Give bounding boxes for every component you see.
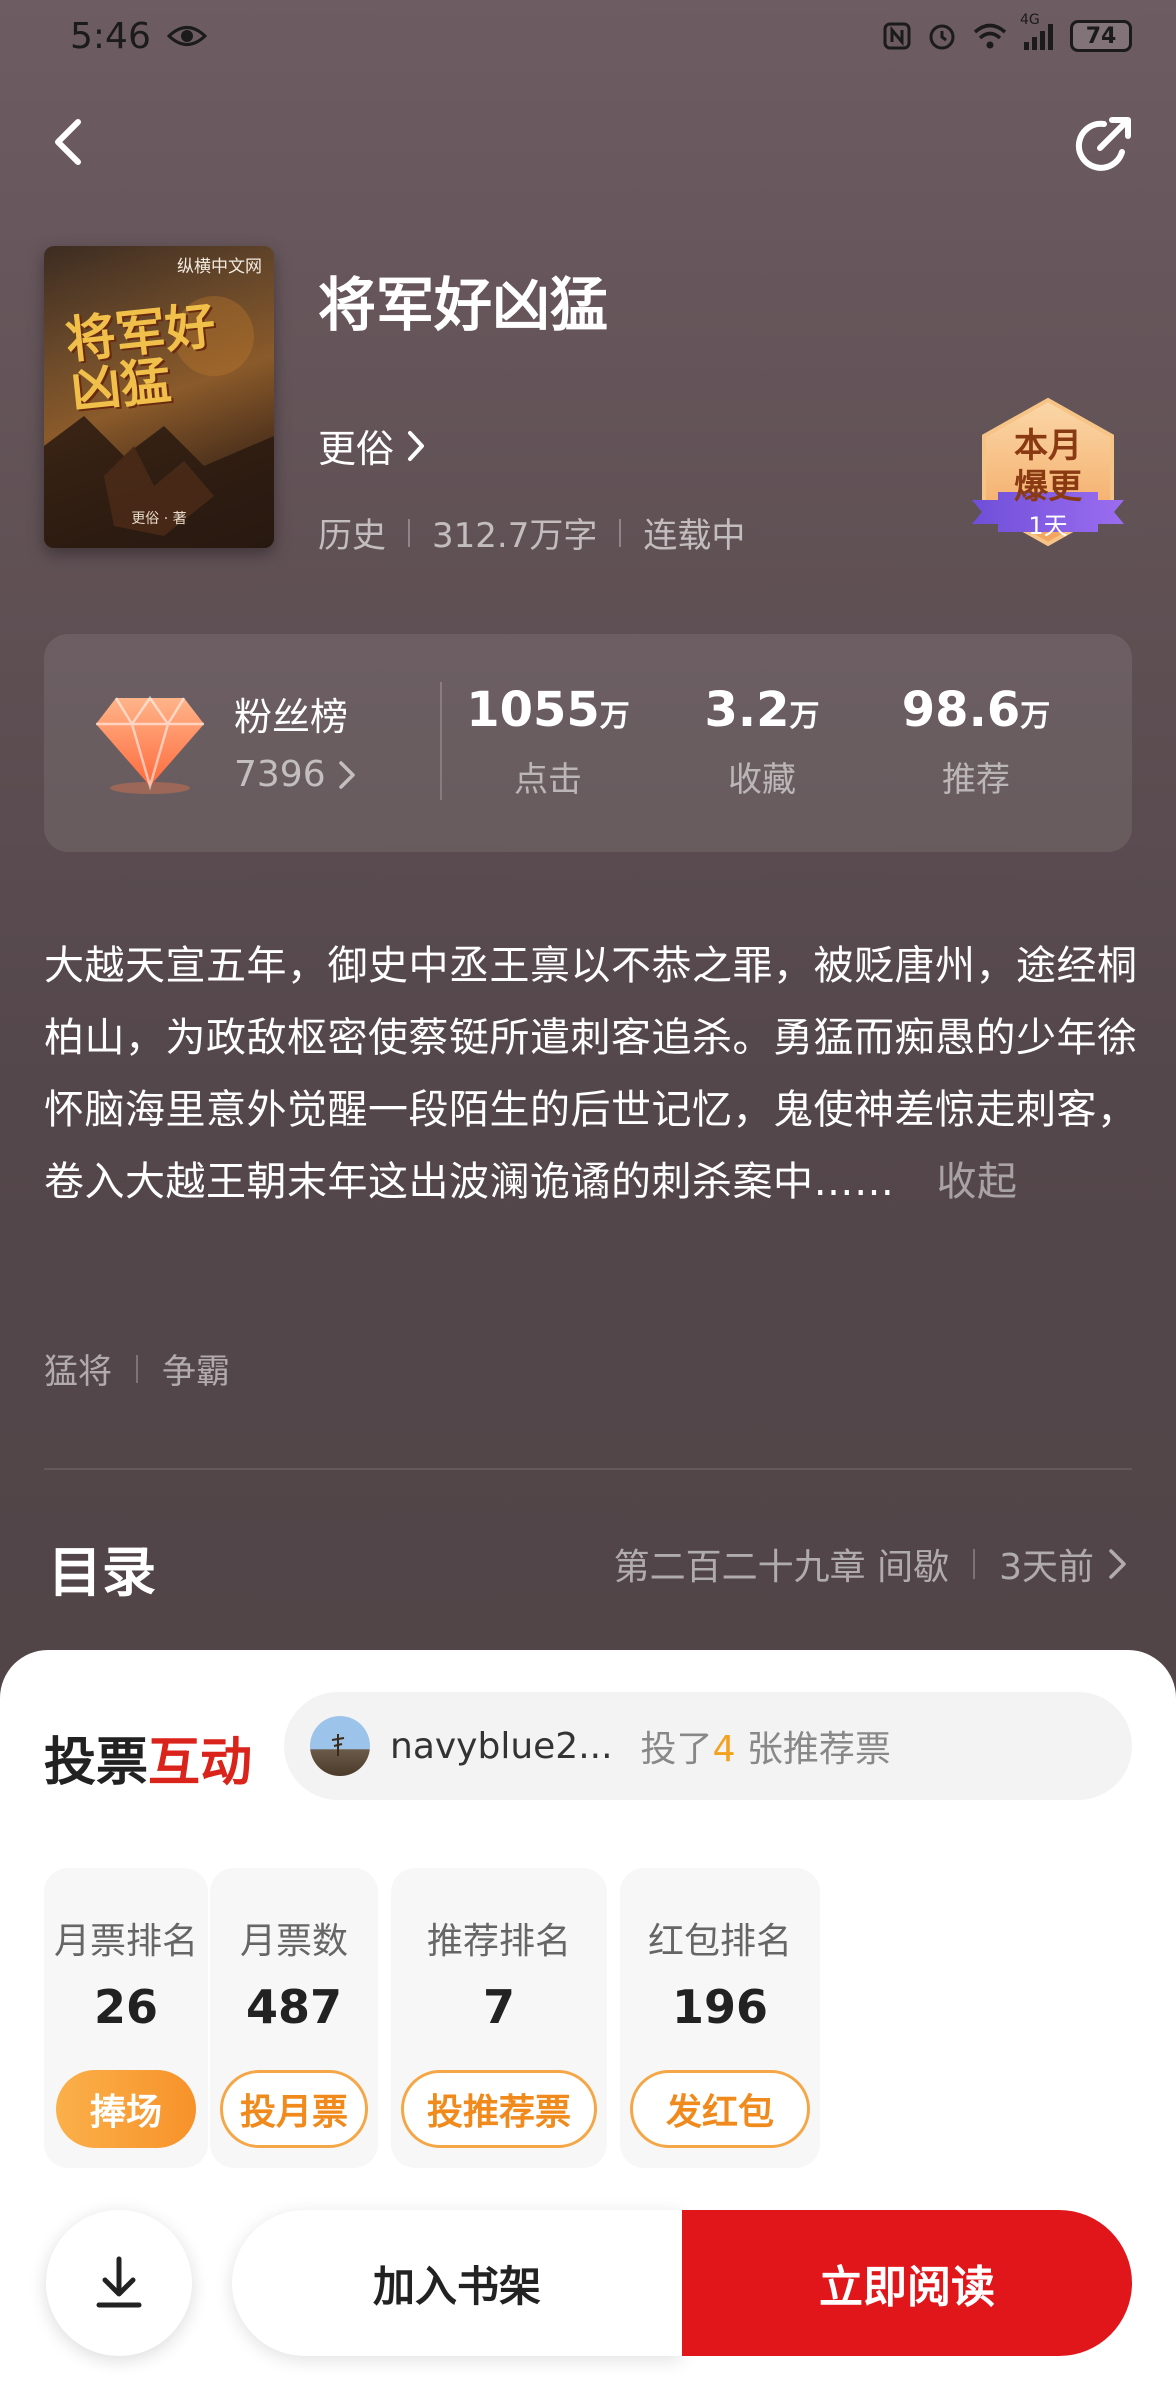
stat-unit: 万 — [599, 699, 630, 734]
download-icon — [96, 2256, 142, 2308]
vote-message-suffix: 张推荐票 — [735, 1729, 891, 1770]
vote-title-a: 投票 — [44, 1732, 149, 1793]
read-now-button[interactable]: 立即阅读 — [682, 2210, 1132, 2356]
badge-days: 1天 — [1028, 512, 1068, 540]
cell-signal-icon: 4G — [1020, 12, 1056, 50]
card-label: 月票排名 — [53, 1921, 198, 1962]
latest-updated: 3天前 — [999, 1547, 1094, 1588]
card-value: 7 — [482, 1980, 515, 2034]
cheer-button[interactable]: 捧场 — [56, 2070, 196, 2148]
book-word-count: 312.7万字 — [432, 516, 598, 556]
book-status: 连载中 — [643, 516, 746, 556]
nfc-icon — [882, 21, 912, 51]
cover-brand: 纵横中文网 — [177, 257, 262, 277]
tag-list: 猛将 争霸 — [44, 1344, 230, 1393]
stat-label: 点击 — [514, 760, 582, 800]
book-synopsis: 大越天宣五年，御史中丞王禀以不恭之罪，被贬唐州，途经桐柏山，为政敌枢密使蔡铤所遣… — [44, 930, 1144, 1218]
badge-line-1: 本月 — [1014, 426, 1082, 466]
stat-value: 1055万 — [448, 682, 648, 738]
divider — [408, 518, 410, 547]
battery-indicator: 74 — [1070, 20, 1132, 52]
voter-name: navyblue2... — [390, 1725, 613, 1767]
chevron-left-icon — [55, 119, 81, 165]
status-bar: 5:46 4G 74 — [0, 0, 1176, 72]
share-icon — [1075, 117, 1131, 171]
tag-item[interactable]: 猛将 — [44, 1344, 112, 1393]
vote-count: 4 — [712, 1729, 736, 1770]
share-button[interactable] — [1070, 112, 1136, 178]
divider — [973, 1549, 976, 1579]
toc-latest-link[interactable]: 第二百二十九章 间歇 3天前 — [614, 1538, 1132, 1590]
stat-label: 推荐 — [942, 760, 1010, 800]
book-cover[interactable]: 纵横中文网 将军好凶猛 更俗 · 著 — [44, 246, 274, 548]
eye-icon — [166, 23, 207, 49]
vote-card-red-packet-rank: 红包排名 196 发红包 — [620, 1868, 820, 2168]
divider — [440, 682, 442, 800]
stat-number: 98.6 — [901, 682, 1021, 738]
cover-title: 将军好凶猛 — [62, 295, 219, 420]
chevron-right-icon — [338, 760, 355, 789]
wifi-icon — [972, 21, 1008, 51]
stats-card: 粉丝榜 7396 1055万 点击 3.2万 收藏 98.6万 推荐 — [44, 634, 1132, 852]
card-label: 月票数 — [239, 1921, 348, 1962]
chevron-right-icon — [408, 430, 425, 461]
stat-unit: 万 — [1020, 699, 1051, 734]
badge-line-2: 爆更 — [1014, 467, 1082, 508]
divider — [136, 1354, 138, 1383]
fans-count: 7396 — [234, 754, 326, 795]
stat-clicks: 1055万 点击 — [448, 682, 648, 801]
divider — [44, 1468, 1132, 1470]
badge-title: 本月 爆更 — [968, 426, 1128, 509]
network-type: 4G — [1020, 12, 1040, 28]
send-red-packet-button[interactable]: 发红包 — [630, 2070, 810, 2148]
vote-monthly-ticket-button[interactable]: 投月票 — [220, 2070, 368, 2148]
status-time: 5:46 — [70, 15, 151, 57]
diamond-icon — [96, 695, 204, 794]
card-label: 推荐排名 — [426, 1921, 571, 1962]
author-link[interactable]: 更俗 — [318, 418, 428, 473]
vote-recommend-ticket-button[interactable]: 投推荐票 — [401, 2070, 597, 2148]
chevron-right-icon — [1109, 1549, 1126, 1579]
vote-card-monthly-rank: 月票排名 26 捧场 — [44, 1868, 208, 2168]
divider — [619, 518, 622, 547]
book-genre: 历史 — [318, 516, 386, 556]
vote-title-b: 互动 — [148, 1732, 253, 1793]
vote-message: 投了4 张推荐票 — [641, 1720, 891, 1772]
add-to-shelf-button[interactable]: 加入书架 — [232, 2210, 682, 2356]
fans-rank-link[interactable]: 7396 — [234, 754, 358, 795]
stat-recommendations: 98.6万 推荐 — [876, 682, 1076, 801]
bottom-action-bar: 加入书架 立即阅读 — [0, 2196, 1176, 2400]
latest-chapter: 第二百二十九章 间歇 — [613, 1547, 950, 1588]
download-button[interactable] — [46, 2210, 192, 2356]
vote-message-prefix: 投了 — [640, 1729, 713, 1770]
cover-author: 更俗 · 著 — [131, 511, 187, 527]
vote-cards[interactable]: 月票排名 26 捧场 月票数 487 投月票 推荐排名 7 投推荐票 红包排名 … — [44, 1868, 1142, 2168]
card-value: 487 — [245, 1980, 343, 2034]
card-label: 红包排名 — [647, 1921, 792, 1962]
stat-unit: 万 — [789, 699, 820, 734]
tag-item[interactable]: 争霸 — [162, 1344, 230, 1393]
stat-number: 1055 — [466, 682, 600, 738]
back-button[interactable] — [40, 112, 100, 172]
stat-label: 收藏 — [728, 760, 796, 800]
vote-card-monthly-tickets: 月票数 487 投月票 — [210, 1868, 378, 2168]
monthly-update-badge[interactable]: 本月 爆更 1天 — [968, 396, 1128, 556]
recent-vote-ticker[interactable]: navyblue2... 投了4 张推荐票 — [284, 1692, 1132, 1800]
vote-title: 投票互动 — [44, 1720, 252, 1795]
stat-value: 98.6万 — [876, 682, 1076, 738]
stat-number: 3.2 — [704, 682, 790, 738]
vote-card-recommend-rank: 推荐排名 7 投推荐票 — [391, 1868, 607, 2168]
toc-title[interactable]: 目录 — [48, 1528, 156, 1607]
fans-rank-label: 粉丝榜 — [234, 695, 349, 739]
alarm-icon — [926, 20, 958, 52]
book-title: 将军好凶猛 — [318, 271, 609, 339]
avatar — [310, 1716, 370, 1776]
stat-value: 3.2万 — [662, 682, 862, 738]
stat-collections: 3.2万 收藏 — [662, 682, 862, 801]
card-value: 196 — [671, 1980, 769, 2034]
collapse-link[interactable]: 收起 — [937, 1159, 1018, 1205]
book-meta: 历史 312.7万字 连载中 — [318, 508, 745, 557]
author-name: 更俗 — [318, 427, 395, 471]
card-value: 26 — [93, 1980, 158, 2034]
